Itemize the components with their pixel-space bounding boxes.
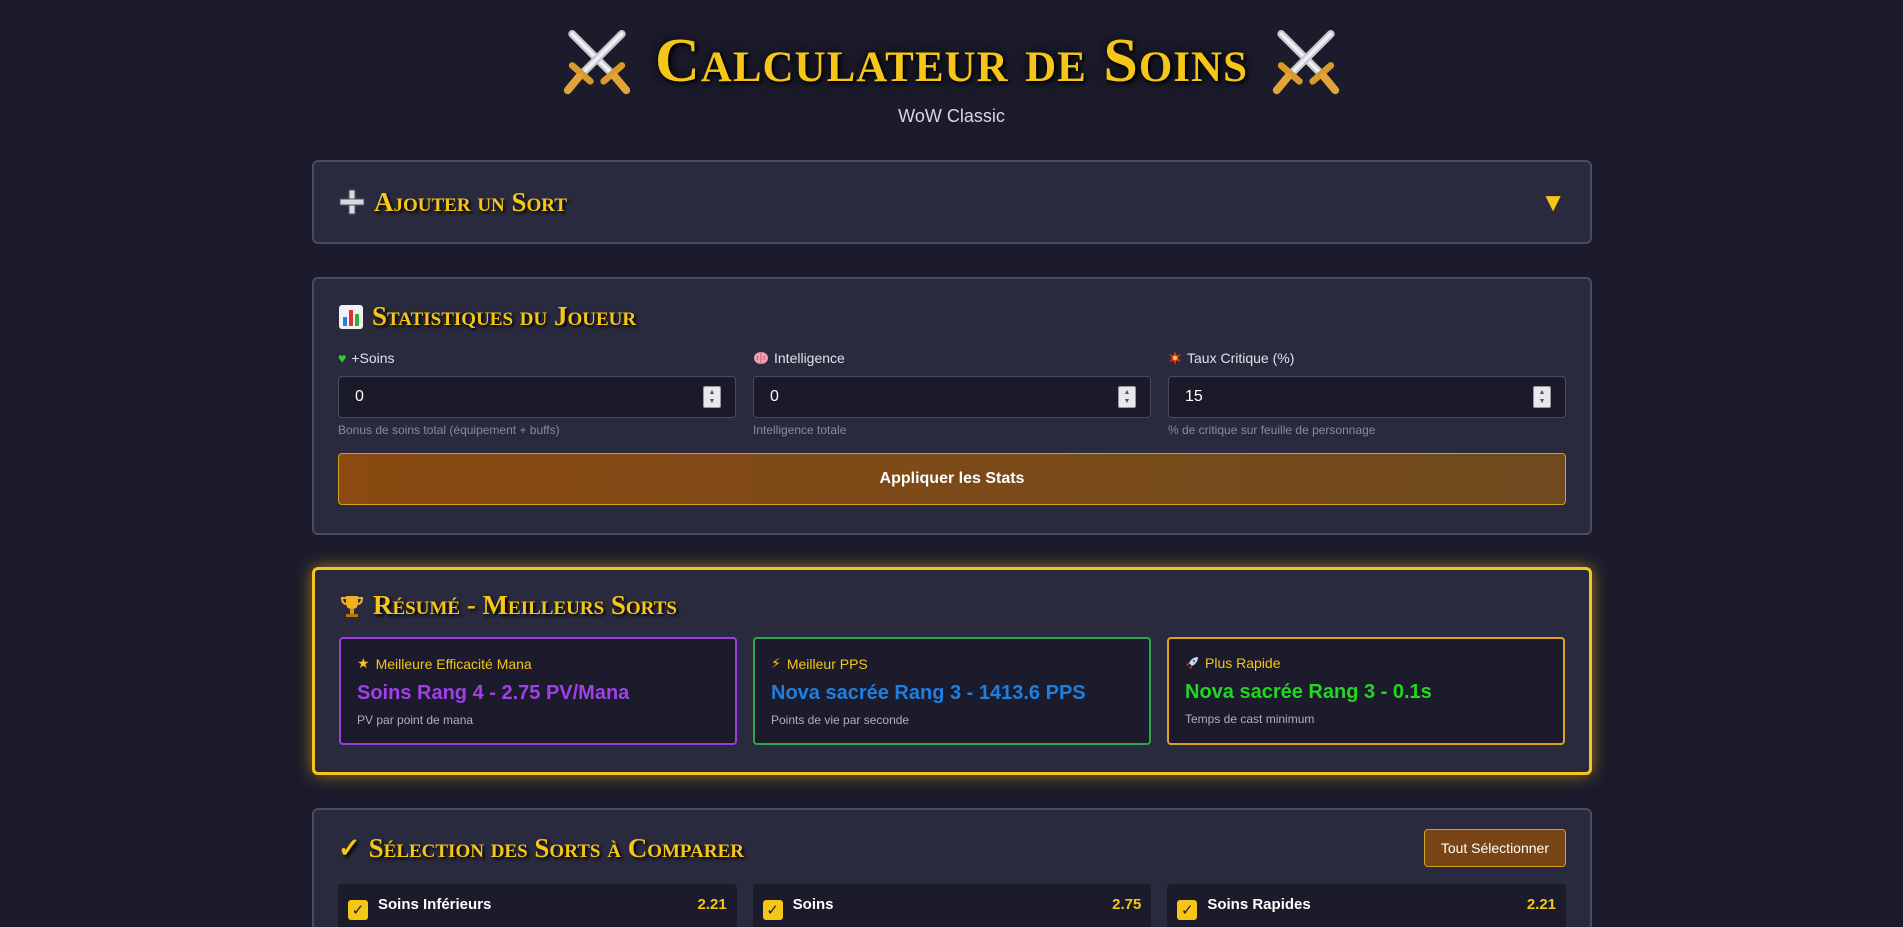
summary-card-best-mana-efficiency: ★ Meilleure Efficacité Mana Soins Rang 4…: [339, 637, 737, 745]
rocket-icon: [1186, 657, 1198, 669]
summary-card-value: Soins Rang 4 - 2.75 PV/Mana: [357, 682, 630, 704]
healing-bonus-input[interactable]: 0 ▲ ▼: [338, 376, 736, 418]
stat-label: Intelligence: [774, 350, 845, 366]
stat-label: Taux Critique (%): [1187, 350, 1295, 366]
summary-card-label: Plus Rapide: [1205, 655, 1281, 671]
page-title: Calculateur de Soins: [655, 27, 1248, 95]
summary-card-label: Meilleure Efficacité Mana: [375, 655, 532, 672]
spell-checkbox[interactable]: ✓: [1177, 900, 1198, 920]
intelligence-input[interactable]: 0 ▲ ▼: [753, 376, 1151, 418]
stat-hint: % de critique sur feuille de personnage: [1168, 423, 1376, 437]
brain-icon: [754, 352, 768, 364]
page-subtitle: WoW Classic: [898, 106, 1005, 126]
crossed-swords-icon: [1272, 30, 1340, 95]
spell-checkbox[interactable]: ✓: [348, 900, 368, 920]
summary-card-label: Meilleur PPS: [786, 655, 868, 672]
player-stats-panel: Statistiques du Joueur ♥ +Soins 0 ▲ ▼ Bon…: [312, 277, 1592, 535]
caret-down-icon[interactable]: ▼: [1540, 187, 1566, 218]
summary-card-desc: Points de vie par seconde: [771, 713, 910, 727]
best-spells-summary-panel: Résumé - Meilleurs Sorts ★ Meilleure Eff…: [312, 567, 1592, 775]
spell-ratio: 2.21: [697, 896, 727, 913]
spell-card[interactable]: ✓ Soins 2.75: [752, 884, 1152, 927]
lightning-icon: ⚡: [771, 655, 781, 671]
add-spell-title: Ajouter un Sort: [374, 186, 568, 217]
check-mark-icon: ✓: [338, 832, 361, 863]
crossed-swords-icon: [563, 30, 631, 95]
summary-card-desc: Temps de cast minimum: [1185, 712, 1315, 726]
spell-ratio: 2.21: [1526, 896, 1557, 913]
add-spell-panel-toggle[interactable]: Ajouter un Sort ▼: [312, 160, 1592, 244]
bar-chart-icon: [339, 304, 363, 329]
spell-checkbox[interactable]: ✓: [762, 900, 783, 920]
collision-icon: [1169, 351, 1181, 365]
select-all-button[interactable]: Tout Sélectionner: [1423, 829, 1566, 867]
spell-ratio: 2.75: [1112, 896, 1142, 913]
crit-rate-input[interactable]: 15 ▲ ▼: [1168, 376, 1566, 418]
green-heart-icon: ♥: [338, 350, 347, 366]
selection-title: Sélection des Sorts à Comparer: [368, 832, 744, 863]
spell-name: Soins: [792, 896, 834, 913]
spell-name: Soins Inférieurs: [378, 896, 492, 913]
spell-selection-panel: ✓ Sélection des Sorts à Comparer Tout Sé…: [312, 808, 1592, 927]
summary-card-desc: PV par point de mana: [357, 713, 474, 727]
spell-card[interactable]: ✓ Soins Rapides 2.21: [1167, 884, 1567, 927]
trophy-icon: [340, 595, 364, 617]
plus-icon: [339, 189, 365, 215]
stats-title: Statistiques du Joueur: [372, 301, 637, 331]
summary-card-best-hps: ⚡ Meilleur PPS Nova sacrée Rang 3 - 1413…: [753, 637, 1151, 745]
spell-card[interactable]: ✓ Soins Inférieurs 2.21: [338, 884, 737, 927]
stat-hint: Intelligence totale: [753, 423, 847, 437]
summary-card-value: Nova sacrée Rang 3 - 0.1s: [1185, 681, 1432, 703]
star-icon: ★: [357, 655, 370, 671]
stat-label: +Soins: [351, 350, 395, 366]
stat-intelligence: Intelligence 0 ▲ ▼ Intelligence totale: [753, 348, 1151, 437]
number-spinner[interactable]: ▲ ▼: [1118, 386, 1136, 408]
stat-hint: Bonus de soins total (équipement + buffs…: [338, 423, 560, 437]
stat-crit-rate: Taux Critique (%) 15 ▲ ▼ % de critique su…: [1168, 348, 1566, 437]
number-spinner[interactable]: ▲ ▼: [1533, 386, 1551, 408]
summary-card-fastest: Plus Rapide Nova sacrée Rang 3 - 0.1s Te…: [1167, 637, 1565, 745]
page-header: Calculateur de Soins WoW Classic: [0, 18, 1903, 127]
apply-stats-button[interactable]: Appliquer les Stats: [338, 453, 1566, 505]
summary-title: Résumé - Meilleurs Sorts: [373, 590, 677, 620]
spell-name: Soins Rapides: [1207, 896, 1311, 913]
stat-healing-bonus: ♥ +Soins 0 ▲ ▼ Bonus de soins total (équi…: [338, 348, 736, 437]
number-spinner[interactable]: ▲ ▼: [703, 386, 721, 408]
summary-card-value: Nova sacrée Rang 3 - 1413.6 PPS: [771, 682, 1086, 704]
